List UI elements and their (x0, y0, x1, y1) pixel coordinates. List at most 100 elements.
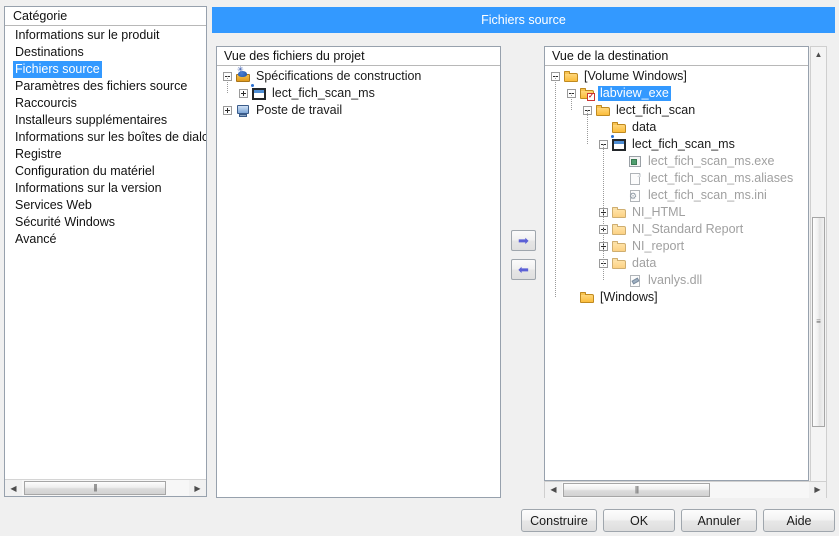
tree-node[interactable]: lect_fich_scan_ms.ini (545, 187, 808, 204)
category-item[interactable]: Fichiers source (5, 61, 206, 78)
tree-node-label: lect_fich_scan_ms.ini (648, 188, 767, 202)
destination-tree[interactable]: [Volume Windows] ✓ labview_exe lect_fich_sc… (545, 66, 808, 306)
project-files-panel: Vue des fichiers du projet ✳ Spécificatio… (216, 46, 501, 498)
category-item-label: Raccourcis (15, 96, 77, 110)
tree-node[interactable]: NI_report (545, 238, 808, 255)
scroll-left-icon[interactable]: ◀ (5, 480, 22, 496)
category-item[interactable]: Destinations (5, 44, 206, 61)
tree-node-label: data (632, 120, 657, 134)
scroll-up-icon[interactable]: ▲ (811, 47, 826, 62)
tree-node-label: [Windows] (600, 290, 658, 304)
category-item-label: Destinations (15, 45, 84, 59)
tree-node[interactable]: lect_fich_scan_ms (217, 83, 500, 102)
tree-node-label: [Volume Windows] (584, 69, 687, 83)
category-item[interactable]: Installeurs supplémentaires (5, 112, 206, 129)
scroll-right-icon[interactable]: ▶ (809, 481, 826, 498)
folder-icon (595, 104, 611, 118)
tree-node[interactable]: [Volume Windows] (545, 68, 808, 85)
folder-icon (611, 257, 627, 271)
folder-icon (611, 121, 627, 135)
tree-guide-line (227, 76, 228, 93)
project-tree[interactable]: ✳ Spécifications de construction lect_fich… (217, 64, 500, 119)
category-item-label: Services Web (15, 198, 92, 212)
destination-hscroll-track[interactable]: ||| (562, 481, 809, 498)
tree-guide-line (603, 144, 604, 280)
destination-panel: Vue de la destination [Volume Windows] ✓ l… (544, 46, 809, 481)
tree-node-label: lect_fich_scan_ms.aliases (648, 171, 794, 185)
add-to-destination-button[interactable]: ➡ (511, 230, 536, 251)
tree-node-label: labview_exe (598, 86, 671, 101)
arrow-left-icon: ⬅ (518, 261, 529, 277)
category-hscrollbar[interactable]: ◀ ||| ▶ (5, 479, 206, 496)
category-item[interactable]: Informations sur les boîtes de dialog (5, 129, 206, 146)
category-item-label: Registre (15, 147, 62, 161)
tree-guide-line (587, 110, 588, 144)
destination-hscroll-thumb[interactable]: ||| (563, 482, 710, 497)
folder-icon (563, 70, 579, 84)
modified-dot-icon (251, 83, 254, 87)
help-button[interactable]: Aide (763, 509, 835, 532)
scroll-left-icon[interactable]: ◀ (545, 481, 562, 498)
tree-node[interactable]: data (545, 119, 808, 136)
category-item[interactable]: Informations sur le produit (5, 27, 206, 44)
buildspec-icon: ✳ (235, 64, 251, 84)
tree-node-label: lect_fich_scan_ms (632, 137, 735, 151)
page-title: Fichiers source (212, 7, 835, 33)
expand-icon[interactable] (223, 106, 232, 115)
category-item[interactable]: Sécurité Windows (5, 214, 206, 231)
category-item[interactable]: Configuration du matériel (5, 163, 206, 180)
project-tree-header: Vue des fichiers du projet (217, 47, 500, 66)
tree-node[interactable]: lect_fich_scan_ms.exe (545, 153, 808, 170)
build-button[interactable]: Construire (521, 509, 597, 532)
dll-icon (627, 274, 643, 288)
tree-node[interactable]: lect_fich_scan_ms (545, 134, 808, 153)
destination-hscrollbar[interactable]: ◀ ||| ▶ (544, 481, 827, 498)
tree-node-label: NI_HTML (632, 205, 686, 219)
tree-node[interactable]: [Windows] (545, 289, 808, 306)
destination-tree-header: Vue de la destination (545, 47, 808, 66)
scroll-right-icon[interactable]: ▶ (189, 480, 206, 496)
dialog-window: Catégorie Informations sur le produit Des… (0, 0, 839, 536)
category-list[interactable]: Informations sur le produit Destinations F… (5, 26, 206, 248)
folder-check-icon: ✓ (579, 87, 595, 101)
category-hscroll-track[interactable]: ||| (22, 480, 189, 496)
expand-icon[interactable] (239, 89, 248, 98)
sparkle-icon: ✳ (237, 64, 244, 74)
category-item[interactable]: Services Web (5, 197, 206, 214)
category-item[interactable]: Paramètres des fichiers source (5, 78, 206, 95)
tree-node[interactable]: ✓ labview_exe (545, 85, 808, 102)
tree-node-label: lect_fich_scan (616, 103, 696, 117)
tree-node[interactable]: ✳ Spécifications de construction (217, 64, 500, 85)
destination-vscroll-thumb[interactable]: ≡ (812, 217, 825, 427)
arrow-right-icon: ➡ (518, 232, 529, 248)
ini-icon (627, 189, 643, 203)
category-item[interactable]: Raccourcis (5, 95, 206, 112)
scroll-grip: ≡ (816, 317, 821, 326)
remove-from-destination-button[interactable]: ⬅ (511, 259, 536, 280)
category-item-label: Sécurité Windows (15, 215, 116, 229)
destination-vscrollbar[interactable]: ▲ ≡ ▼ (810, 46, 827, 498)
tree-node[interactable]: NI_Standard Report (545, 221, 808, 238)
ok-button[interactable]: OK (603, 509, 675, 532)
category-hscroll-thumb[interactable]: ||| (24, 481, 166, 495)
tree-node[interactable]: lect_fich_scan (545, 102, 808, 119)
tree-node[interactable]: data (545, 255, 808, 272)
category-item[interactable]: Informations sur la version (5, 180, 206, 197)
category-item-label: Installeurs supplémentaires (15, 113, 168, 127)
tree-node[interactable]: lect_fich_scan_ms.aliases (545, 170, 808, 187)
cancel-button[interactable]: Annuler (681, 509, 757, 532)
category-item-label: Avancé (15, 232, 57, 246)
category-item-label: Fichiers source (13, 61, 102, 78)
tree-node-label: lect_fich_scan_ms (272, 86, 375, 100)
category-item-label: Configuration du matériel (15, 164, 155, 178)
tree-node-label: lect_fich_scan_ms.exe (648, 154, 775, 168)
category-item[interactable]: Avancé (5, 231, 206, 248)
check-badge-icon: ✓ (587, 92, 595, 101)
tree-node-label: NI_report (632, 239, 685, 253)
tree-node[interactable]: NI_HTML (545, 204, 808, 221)
category-item-label: Informations sur le produit (15, 28, 160, 42)
tree-node[interactable]: lvanlys.dll (545, 272, 808, 289)
category-item[interactable]: Registre (5, 146, 206, 163)
tree-node[interactable]: Poste de travail (217, 102, 500, 119)
tree-guide-line (571, 93, 572, 110)
